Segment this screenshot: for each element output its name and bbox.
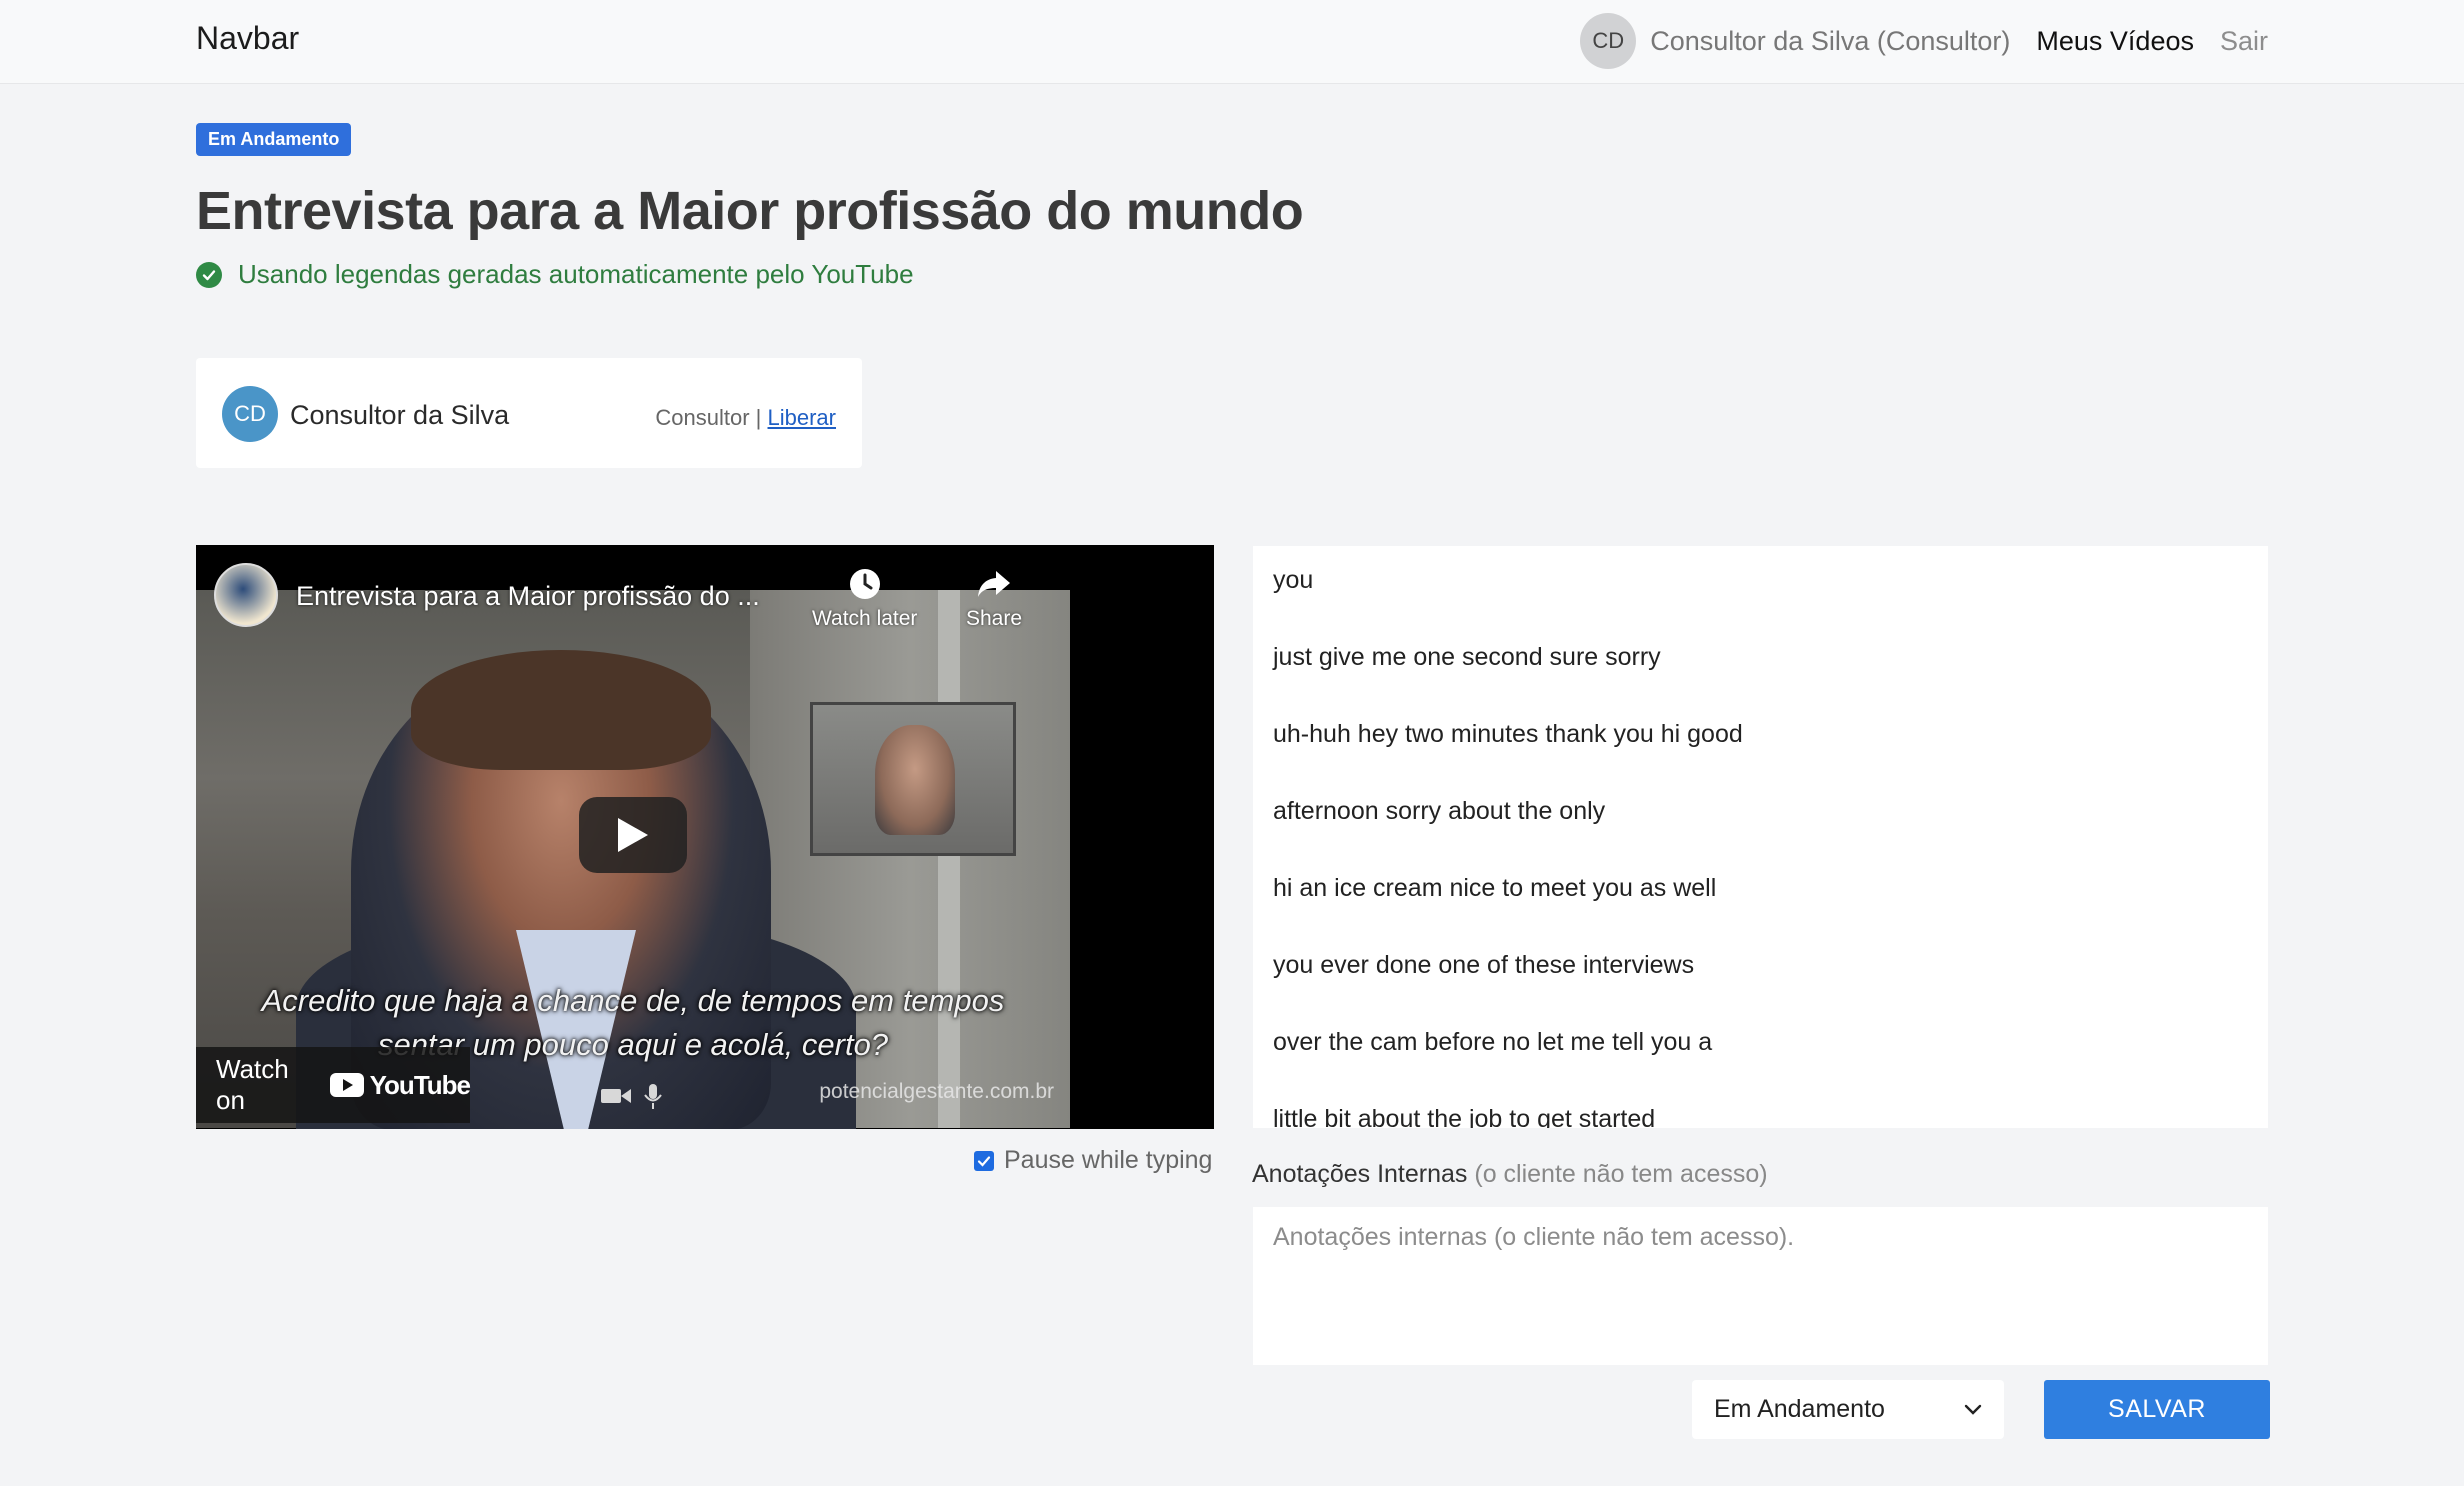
transcript-line[interactable]: hi an ice cream nice to meet you as well xyxy=(1273,870,2248,947)
transcript-line[interactable]: over the cam before no let me tell you a xyxy=(1273,1024,2248,1101)
transcript-line[interactable]: you xyxy=(1273,562,2248,639)
pip-window xyxy=(810,702,1016,856)
watch-on-label: Watch on xyxy=(216,1054,289,1115)
transcript-line[interactable]: uh-huh hey two minutes thank you hi good xyxy=(1273,716,2248,793)
video-player[interactable]: Acredito que haja a chance de, de tempos… xyxy=(196,545,1214,1129)
clock-icon xyxy=(849,569,880,599)
notes-label-text: Anotações Internas xyxy=(1252,1160,1468,1188)
page-title: Entrevista para a Maior profissão do mun… xyxy=(196,181,1304,241)
pause-while-typing-label: Pause while typing xyxy=(1004,1146,1213,1174)
watermark: potencialgestante.com.br xyxy=(819,1080,1054,1103)
check-circle-icon xyxy=(196,261,222,288)
consultant-card: CD Consultor da Silva Consultor | Libera… xyxy=(196,358,862,468)
watch-later-button[interactable]: Watch later xyxy=(812,567,917,631)
channel-avatar[interactable] xyxy=(214,563,278,627)
user-menu[interactable]: CD Consultor da Silva (Consultor) xyxy=(1580,13,2010,69)
play-icon xyxy=(618,818,648,852)
camera-icon xyxy=(601,1089,631,1103)
internal-notes-textarea[interactable] xyxy=(1253,1207,2268,1365)
navbar: Navbar CD Consultor da Silva (Consultor)… xyxy=(0,0,2464,84)
transcript-line[interactable]: just give me one second sure sorry xyxy=(1273,639,2248,716)
pause-while-typing-option[interactable]: Pause while typing xyxy=(974,1146,1212,1175)
auto-captions-text: Usando legendas geradas automaticamente … xyxy=(238,259,914,289)
youtube-wordmark: YouTube xyxy=(369,1069,471,1100)
release-link[interactable]: Liberar xyxy=(768,405,836,430)
consultant-role: Consultor xyxy=(655,405,750,430)
transcript-line[interactable]: little bit about the job to get started xyxy=(1273,1101,2248,1128)
status-badge: Em Andamento xyxy=(196,123,352,156)
youtube-logo: YouTube xyxy=(329,1069,471,1101)
watch-later-label: Watch later xyxy=(812,607,918,630)
avatar: CD xyxy=(1580,13,1637,69)
nav-link-logout[interactable]: Sair xyxy=(2220,26,2268,57)
play-button[interactable] xyxy=(579,797,687,873)
auto-captions-note: Usando legendas geradas automaticamente … xyxy=(196,259,914,290)
share-icon xyxy=(978,571,1011,597)
save-button[interactable]: SALVAR xyxy=(2044,1380,2270,1439)
chevron-down-icon xyxy=(1964,1404,1982,1415)
nav-link-my-videos[interactable]: Meus Vídeos xyxy=(2036,26,2194,57)
video-title[interactable]: Entrevista para a Maior profissão do ... xyxy=(296,581,760,612)
status-select-value: Em Andamento xyxy=(1714,1395,1885,1423)
youtube-play-icon xyxy=(329,1073,364,1097)
avatar: CD xyxy=(222,386,278,442)
watch-on-youtube-button[interactable]: Watch on YouTube xyxy=(196,1047,471,1123)
caption-line: Acredito que haja a chance de, de tempos… xyxy=(261,983,1005,1018)
notes-label-hint: (o cliente não tem acesso) xyxy=(1474,1160,1768,1188)
navbar-brand[interactable]: Navbar xyxy=(196,20,299,57)
consultant-name: Consultor da Silva xyxy=(290,400,510,430)
share-label: Share xyxy=(966,607,1023,630)
transcript-line[interactable]: afternoon sorry about the only xyxy=(1273,793,2248,870)
navbar-right: CD Consultor da Silva (Consultor) Meus V… xyxy=(1580,12,2268,70)
user-name: Consultor da Silva (Consultor) xyxy=(1650,25,2011,56)
notes-label: Anotações Internas (o cliente não tem ac… xyxy=(1252,1160,1768,1189)
transcript-panel[interactable]: you just give me one second sure sorry uh-… xyxy=(1253,546,2268,1128)
microphone-icon xyxy=(644,1084,662,1109)
share-button[interactable]: Share xyxy=(966,567,1022,631)
pause-while-typing-checkbox[interactable] xyxy=(974,1150,994,1171)
status-select[interactable]: Em Andamento xyxy=(1692,1380,2004,1439)
transcript-line[interactable]: you ever done one of these interviews xyxy=(1273,947,2248,1024)
consultant-meta: Consultor | Liberar xyxy=(655,405,836,431)
separator: | xyxy=(755,405,762,430)
